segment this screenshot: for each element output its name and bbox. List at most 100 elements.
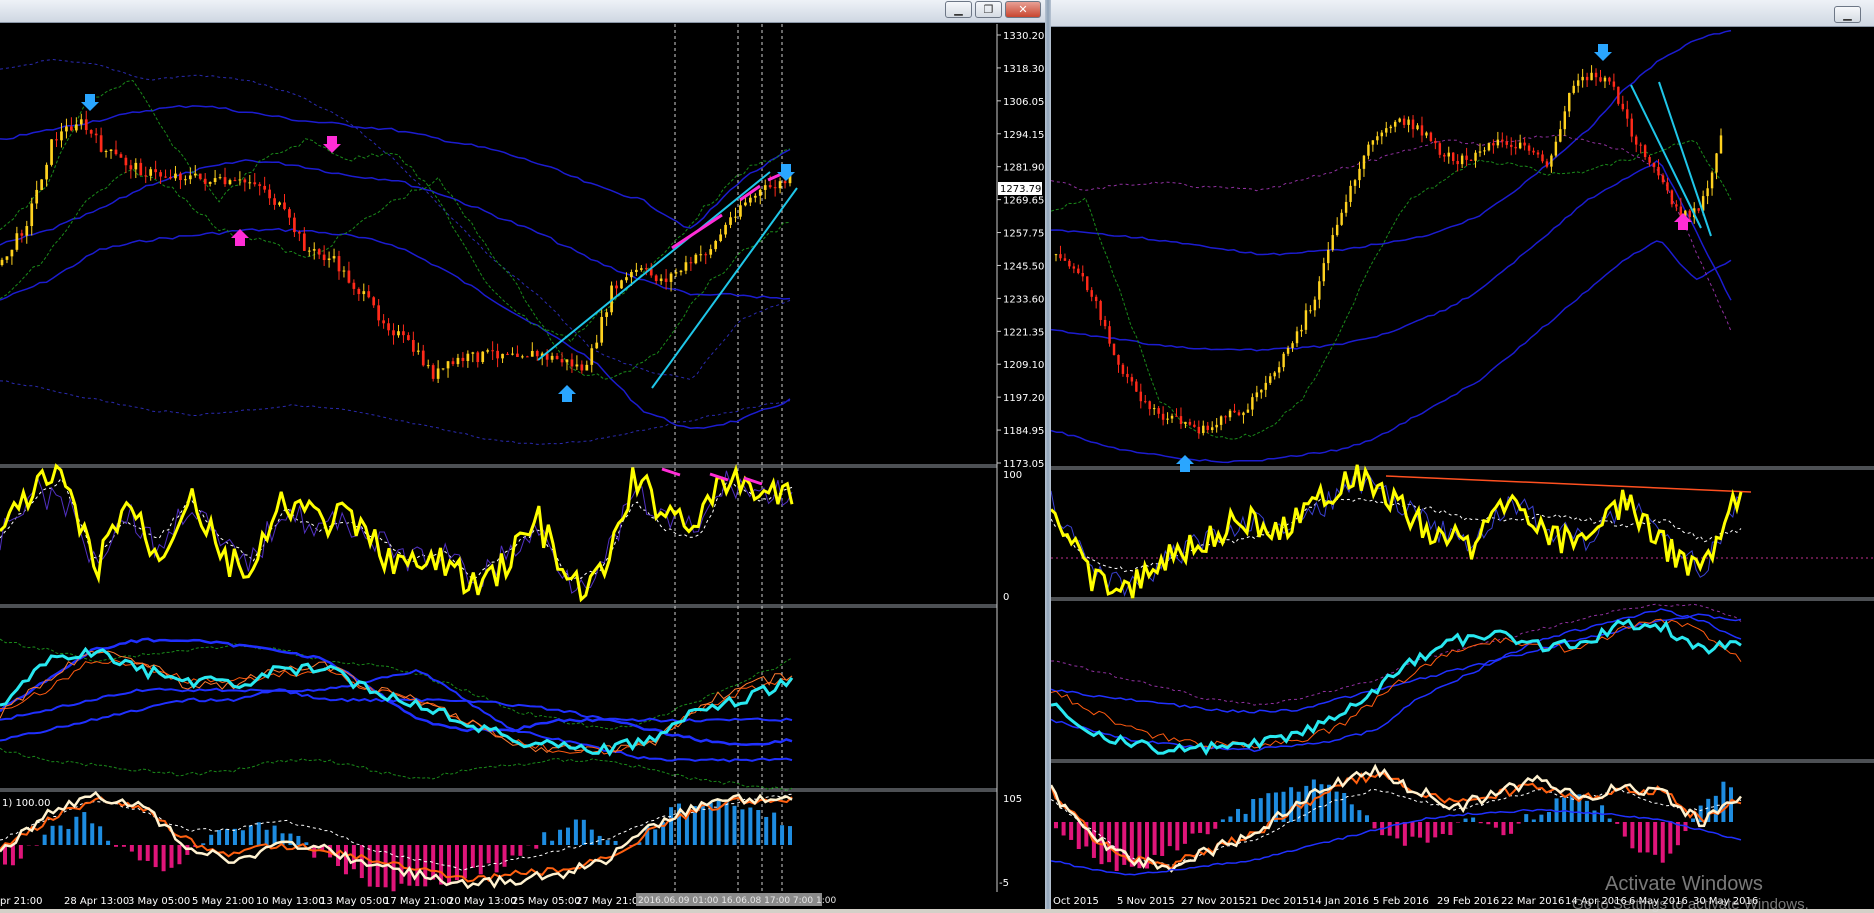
price-r-candle <box>1421 125 1423 135</box>
price-r-candle <box>1483 150 1485 151</box>
price-candle <box>719 234 722 241</box>
time-axis-label-r: 14 Jan 2016 <box>1309 896 1369 907</box>
histogram-bar <box>732 806 736 845</box>
time-axis-label: 17 May 21:00 <box>384 896 453 907</box>
histogram-bar-r <box>1448 822 1452 835</box>
histogram-bar <box>772 813 776 845</box>
price-r-candle <box>1657 167 1659 175</box>
price-candle <box>491 350 494 351</box>
price-candle <box>323 255 326 260</box>
price-r-candle <box>1207 426 1209 430</box>
osc2-purple-r <box>1051 604 1741 705</box>
price-candle <box>303 234 306 251</box>
rsi-trendline-r <box>1386 476 1751 492</box>
right-chart-window[interactable]: ▁ Oct 20155 Nov 201527 Nov 201521 Dec 20… <box>1051 0 1874 909</box>
price-r-candle <box>1122 365 1124 374</box>
price-r-candle <box>1528 146 1530 151</box>
price-r-candle <box>1425 133 1427 136</box>
price-candle <box>273 198 276 205</box>
price-candle <box>749 198 752 203</box>
histogram-bar-r <box>1388 822 1392 836</box>
price-candle <box>580 364 583 370</box>
histogram-bar-r <box>1259 798 1263 822</box>
price-r-candle <box>1323 263 1325 281</box>
histogram-bar-r <box>1668 822 1672 854</box>
histogram-bar <box>582 820 586 845</box>
price-candle <box>30 203 33 226</box>
price-candle <box>630 272 633 277</box>
price-candle <box>35 190 38 203</box>
price-candle <box>724 225 727 235</box>
price-r-candle <box>1590 73 1592 80</box>
price-r-candle <box>1653 163 1655 167</box>
price-candle <box>511 354 514 355</box>
histogram-bar-r <box>1494 822 1498 828</box>
rsi-signal-r <box>1051 499 1741 572</box>
price-r-candle <box>1242 413 1244 415</box>
osc2-orange-line-2 <box>0 651 792 752</box>
price-r-candle <box>1720 135 1722 153</box>
price-r-candle <box>1434 141 1436 143</box>
histogram-bar <box>217 830 221 845</box>
histogram-bar <box>407 845 411 886</box>
price-r-candle <box>1189 422 1191 425</box>
price-candle <box>328 258 331 260</box>
histogram-bar-r <box>1638 822 1642 853</box>
price-r-candle <box>1537 152 1539 154</box>
activation-watermark-subtitle: Go to Settings to activate Windows. <box>1572 896 1809 913</box>
right-chart-canvas[interactable]: Oct 20155 Nov 201527 Nov 201521 Dec 2015… <box>1051 0 1874 909</box>
price-candle <box>120 154 123 158</box>
price-candle <box>253 182 256 184</box>
price-r-candle <box>1474 153 1476 161</box>
histogram-bar-r <box>1357 810 1361 822</box>
histogram-bar-r <box>1373 822 1377 828</box>
price-r-candle <box>1358 169 1360 180</box>
price-candle <box>571 359 574 366</box>
price-r-candle <box>1461 156 1463 165</box>
price-r-candle <box>1287 348 1289 354</box>
activation-watermark-title: Activate Windows <box>1605 873 1763 896</box>
histogram-bar <box>447 845 451 884</box>
histogram-bar <box>495 845 499 872</box>
histogram-bar <box>304 842 308 845</box>
price-candle <box>670 274 673 282</box>
price-candle <box>590 348 593 365</box>
price-candle <box>685 262 688 270</box>
price-r-candle <box>1546 161 1548 166</box>
price-candle <box>333 256 336 258</box>
price-r-candle <box>1198 427 1200 433</box>
price-candle <box>308 251 311 252</box>
histogram-bar <box>503 845 507 867</box>
time-axis-label: 27 May 21:00 <box>576 896 645 907</box>
price-candle <box>85 119 88 130</box>
histogram-bar <box>66 829 70 845</box>
left-chart-canvas[interactable]: 1330.201318.301306.051294.151281.901269.… <box>0 0 1045 909</box>
price-r-candle <box>1149 401 1151 409</box>
price-r-candle <box>1555 142 1557 156</box>
price-r-candle <box>1559 129 1561 142</box>
histogram-bar-r <box>1539 815 1543 822</box>
time-axis-label-r: 22 Mar 2016 <box>1501 896 1564 907</box>
price-candle <box>283 202 286 209</box>
price-candle <box>139 163 142 175</box>
histogram-bar <box>162 845 166 871</box>
price-r-candle <box>1131 377 1133 381</box>
price-r-candle <box>1153 408 1155 409</box>
price-axis-label: 1184.95 <box>1003 426 1044 437</box>
price-candle <box>467 354 470 361</box>
price-r-candle <box>1157 408 1159 414</box>
price-r-candle <box>1550 156 1552 167</box>
price-r-candle <box>1501 140 1503 142</box>
histogram-bar <box>106 841 110 845</box>
price-r-candle <box>1617 87 1619 104</box>
price-candle <box>566 359 569 362</box>
price-r-candle <box>1215 425 1217 427</box>
left-chart-window[interactable]: ▁ ❐ ✕ 1330.201318.301306.051294.151281.9… <box>0 0 1045 909</box>
price-r-candle <box>1090 290 1092 297</box>
histogram-bar-r <box>1532 819 1536 822</box>
price-axis-label: 1318.30 <box>1003 64 1044 75</box>
price-candle <box>110 150 113 151</box>
price-candle <box>645 268 648 269</box>
price-candle <box>769 185 772 187</box>
price-candle <box>60 131 63 140</box>
